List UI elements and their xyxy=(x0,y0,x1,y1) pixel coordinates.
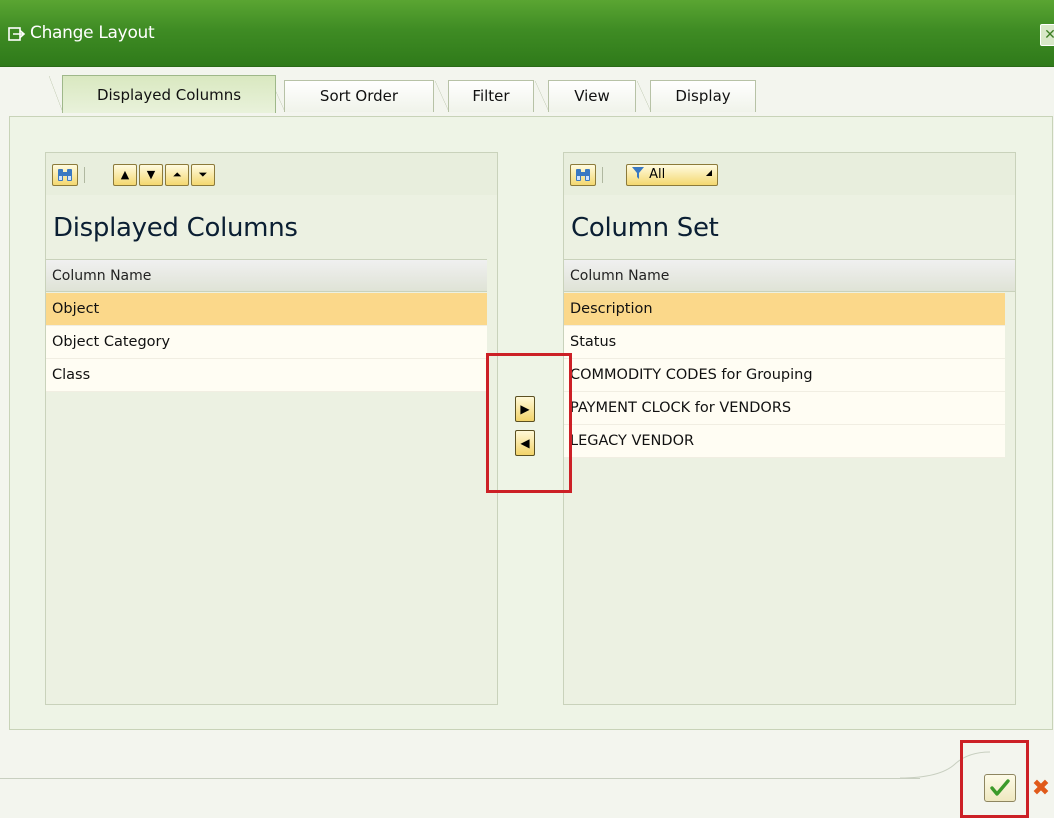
remove-column-button[interactable]: ◀ xyxy=(515,430,535,456)
displayed-columns-list: ▲ ▼ ⏶ ⏷ Displayed Columns Column Name Ob… xyxy=(45,152,498,705)
move-to-bottom-icon: ⏷ xyxy=(198,168,208,181)
list-title: Displayed Columns xyxy=(53,213,298,243)
find-button[interactable] xyxy=(52,164,78,186)
list-item[interactable]: Object Category xyxy=(46,326,487,359)
move-down-icon: ▼ xyxy=(146,168,156,181)
right-toolbar: All ◢ xyxy=(564,153,1015,195)
title-bar: Change Layout ✕ xyxy=(0,0,1054,67)
tab-label: View xyxy=(574,87,610,105)
tab-view[interactable]: View xyxy=(535,80,636,112)
tab-sort-order[interactable]: Sort Order xyxy=(271,80,434,112)
find-icon xyxy=(58,169,72,181)
arrow-right-icon: ▶ xyxy=(520,402,530,416)
move-to-top-icon: ⏶ xyxy=(172,168,182,181)
find-icon xyxy=(576,169,590,181)
filter-icon xyxy=(632,167,644,179)
list-item[interactable]: Class xyxy=(46,359,487,392)
list-item[interactable]: LEGACY VENDOR xyxy=(564,425,1005,458)
tab-displayed-columns[interactable]: Displayed Columns xyxy=(49,75,276,113)
move-up-icon: ▲ xyxy=(120,168,130,181)
move-up-button[interactable]: ▲ xyxy=(113,164,137,186)
column-header[interactable]: Column Name xyxy=(564,259,1015,292)
transfer-highlight-box xyxy=(486,353,572,493)
column-set-list: All ◢ Column Set Column Name Description… xyxy=(563,152,1016,705)
right-rows: Description Status COMMODITY CODES for G… xyxy=(564,293,1005,458)
confirm-button[interactable] xyxy=(984,774,1016,802)
close-button[interactable]: ✕ xyxy=(1040,24,1054,46)
layout-icon xyxy=(8,27,26,41)
tab-filter[interactable]: Filter xyxy=(435,80,534,112)
move-to-top-button[interactable]: ⏶ xyxy=(165,164,189,186)
tab-display[interactable]: Display xyxy=(637,80,756,112)
tab-label: Sort Order xyxy=(319,87,399,105)
list-item[interactable]: PAYMENT CLOCK for VENDORS xyxy=(564,392,1005,425)
move-to-bottom-button[interactable]: ⏷ xyxy=(191,164,215,186)
move-down-button[interactable]: ▼ xyxy=(139,164,163,186)
filter-dropdown[interactable]: All ◢ xyxy=(626,164,718,186)
tab-label: Displayed Columns xyxy=(96,86,242,104)
left-rows: Object Object Category Class xyxy=(46,293,487,392)
left-toolbar: ▲ ▼ ⏶ ⏷ xyxy=(46,153,497,195)
list-title: Column Set xyxy=(571,213,719,243)
dropdown-corner-icon: ◢ xyxy=(705,168,712,177)
filter-label: All xyxy=(649,167,666,182)
tab-label: Display xyxy=(675,87,731,105)
list-item[interactable]: Description xyxy=(564,293,1005,326)
checkmark-icon xyxy=(990,779,1010,796)
add-column-button[interactable]: ▶ xyxy=(515,396,535,422)
cancel-x-icon: ✖ xyxy=(1031,776,1051,801)
list-item[interactable]: Status xyxy=(564,326,1005,359)
find-button[interactable] xyxy=(570,164,596,186)
list-item[interactable]: Object xyxy=(46,293,487,326)
window-title: Change Layout xyxy=(30,23,155,43)
footer-divider xyxy=(0,778,920,779)
cancel-button[interactable]: ✖ xyxy=(1028,776,1054,802)
list-item[interactable]: COMMODITY CODES for Grouping xyxy=(564,359,1005,392)
tab-strip: Displayed Columns Sort Order Filter View… xyxy=(0,72,1054,116)
column-header[interactable]: Column Name xyxy=(46,259,487,292)
arrow-left-icon: ◀ xyxy=(520,436,530,450)
tab-label: Filter xyxy=(472,87,510,105)
